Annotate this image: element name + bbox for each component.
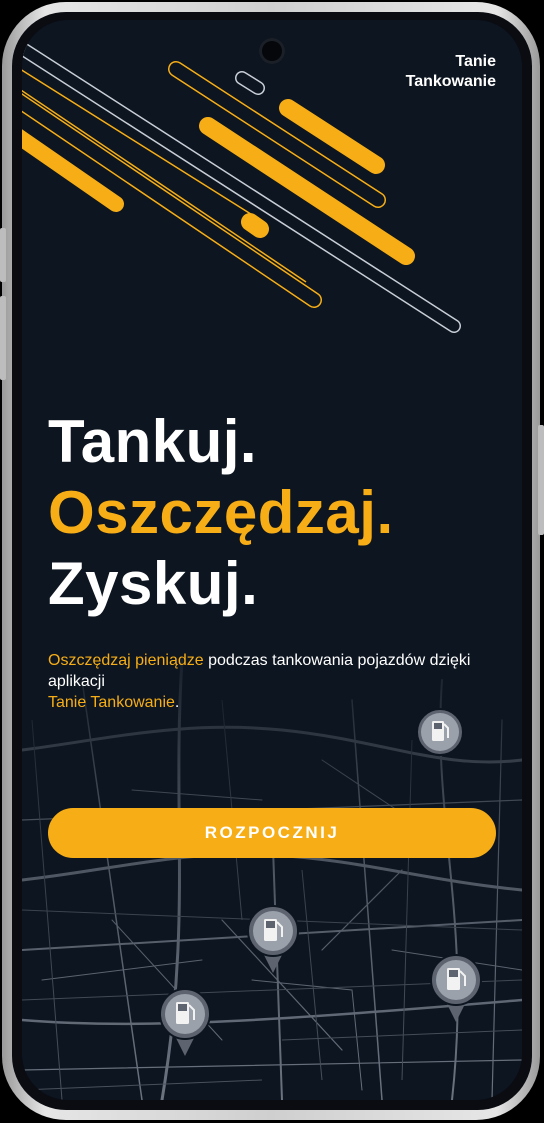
fuel-pump-icon xyxy=(159,988,211,1056)
hero-headline: Tankuj. Oszczędzaj. Zyskuj. xyxy=(48,406,394,619)
description-accent-1: Oszczędzaj pieniądze xyxy=(48,652,204,669)
description-text: Oszczędzaj pieniądze podczas tankowania … xyxy=(48,650,498,713)
fuel-pump-icon xyxy=(430,954,482,1022)
headline-line-2: Oszczędzaj. xyxy=(48,479,394,546)
fuel-pump-icon xyxy=(247,905,299,973)
power-button xyxy=(538,425,544,535)
fuel-pump-icon xyxy=(416,708,464,756)
volume-down-button xyxy=(0,296,6,380)
app-logo: Tanie Tankowanie xyxy=(406,52,496,92)
volume-up-button xyxy=(0,228,6,282)
description-accent-2: Tanie Tankowanie xyxy=(48,694,175,711)
front-camera xyxy=(259,38,285,64)
headline-line-1: Tankuj. xyxy=(48,408,258,475)
brand-line-2: Tankowanie xyxy=(405,73,496,90)
description-end: . xyxy=(174,694,180,711)
brand-line-1: Tanie xyxy=(455,53,496,70)
app-screen: Tanie Tankowanie Tankuj. Oszczędzaj. Zys… xyxy=(22,20,522,1100)
start-button[interactable]: ROZPOCZNIJ xyxy=(48,808,496,858)
headline-line-3: Zyskuj. xyxy=(48,550,259,617)
